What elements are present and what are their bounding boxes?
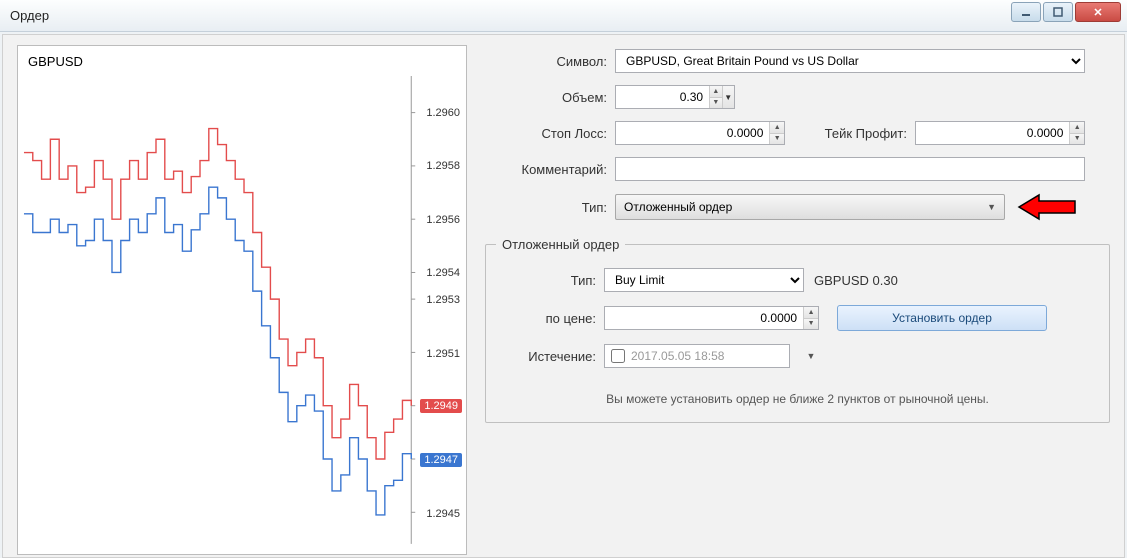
tp-input-wrap: ▲▼ <box>915 121 1085 145</box>
pending-note: Вы можете установить ордер не ближе 2 пу… <box>496 372 1099 406</box>
price-chart <box>18 46 466 554</box>
pending-legend: Отложенный ордер <box>496 237 625 252</box>
y-tick-label: 1.2958 <box>426 160 460 172</box>
expiry-dropdown-icon[interactable]: ▼ <box>798 351 824 361</box>
ask-price-tag: 1.2949 <box>420 399 462 413</box>
expiry-input-wrap: 2017.05.05 18:58 <box>604 344 790 368</box>
sl-input[interactable] <box>616 122 769 144</box>
titlebar: Ордер ✕ <box>0 0 1127 32</box>
pending-type-select[interactable]: Buy Limit <box>604 268 804 292</box>
expiry-value: 2017.05.05 18:58 <box>631 349 724 363</box>
pending-price-input-wrap: ▲▼ <box>604 306 819 330</box>
window-controls: ✕ <box>1011 2 1121 22</box>
volume-label: Объем: <box>485 90 615 105</box>
y-tick-label: 1.2956 <box>426 214 460 226</box>
pending-symbol-volume: GBPUSD 0.30 <box>814 273 898 288</box>
expiry-checkbox[interactable] <box>611 349 625 363</box>
order-type-value: Отложенный ордер <box>624 200 732 214</box>
type-label: Тип: <box>485 200 615 215</box>
tp-spinner[interactable]: ▲▼ <box>1069 122 1084 144</box>
symbol-label: Символ: <box>485 54 615 69</box>
y-tick-label: 1.2945 <box>426 508 460 520</box>
minimize-button[interactable] <box>1011 2 1041 22</box>
expiry-label: Истечение: <box>496 349 604 364</box>
pending-type-label: Тип: <box>496 273 604 288</box>
sl-input-wrap: ▲▼ <box>615 121 785 145</box>
pending-order-group: Отложенный ордер Тип: Buy Limit GBPUSD 0… <box>485 237 1110 423</box>
order-type-select[interactable]: Отложенный ордер ▼ <box>615 194 1005 220</box>
pending-price-spinner[interactable]: ▲▼ <box>803 307 818 329</box>
comment-input[interactable] <box>615 157 1085 181</box>
bid-price-tag: 1.2947 <box>420 453 462 467</box>
volume-spinner[interactable]: ▲▼ <box>709 86 721 108</box>
sl-label: Стоп Лосс: <box>485 126 615 141</box>
sl-spinner[interactable]: ▲▼ <box>769 122 784 144</box>
y-tick-label: 1.2953 <box>426 294 460 306</box>
y-tick-label: 1.2954 <box>426 267 460 279</box>
window-title: Ордер <box>10 8 49 23</box>
pending-price-input[interactable] <box>605 307 803 329</box>
window-body: GBPUSD 1.29601.29581.29561.29541.29531.2… <box>2 34 1125 558</box>
red-arrow-annotation <box>1017 193 1077 221</box>
y-tick-label: 1.2951 <box>426 348 460 360</box>
comment-label: Комментарий: <box>485 162 615 177</box>
maximize-button[interactable] <box>1043 2 1073 22</box>
tp-input[interactable] <box>916 122 1069 144</box>
pending-price-label: по цене: <box>496 311 604 326</box>
y-tick-label: 1.2960 <box>426 107 460 119</box>
volume-input[interactable] <box>616 86 709 108</box>
chevron-down-icon: ▼ <box>987 202 996 212</box>
install-order-button[interactable]: Установить ордер <box>837 305 1047 331</box>
close-button[interactable]: ✕ <box>1075 2 1121 22</box>
tp-label: Тейк Профит: <box>785 126 915 141</box>
symbol-select[interactable]: GBPUSD, Great Britain Pound vs US Dollar <box>615 49 1085 73</box>
order-form: Символ: GBPUSD, Great Britain Pound vs U… <box>485 45 1110 547</box>
volume-input-wrap: ▲▼ ▼ <box>615 85 735 109</box>
chart-panel: GBPUSD 1.29601.29581.29561.29541.29531.2… <box>17 45 467 555</box>
volume-dropdown-icon[interactable]: ▼ <box>722 86 734 108</box>
